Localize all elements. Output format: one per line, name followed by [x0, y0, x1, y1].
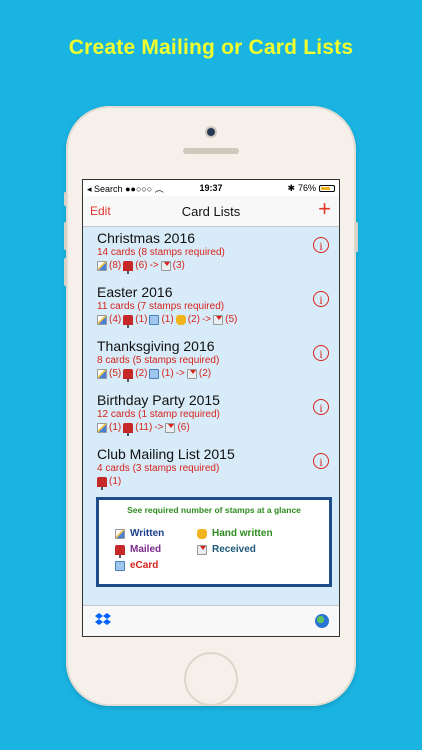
list-title: Easter 2016	[97, 284, 173, 300]
list-counts: (5) (2) (1) -> (2)	[97, 367, 339, 382]
list-counts: (1) (11) -> (6)	[97, 421, 339, 436]
received-count: (3)	[172, 260, 185, 271]
list-row-club-mailing-list-2015[interactable]: Club Mailing List 2015 4 cards (3 stamps…	[83, 443, 339, 497]
received-count: (5)	[225, 314, 238, 325]
arrow-text: ->	[175, 368, 185, 379]
info-icon[interactable]: i	[313, 237, 329, 253]
received-envelope-icon	[197, 544, 207, 555]
ecard-icon	[149, 368, 160, 379]
volume-down-button	[64, 258, 67, 286]
mailed-count: (6)	[135, 260, 148, 271]
received-envelope-icon	[213, 314, 224, 325]
page-title: Card Lists	[181, 203, 241, 219]
mute-switch	[64, 192, 67, 206]
list-row-christmas-2016[interactable]: Christmas 2016 14 cards (8 stamps requir…	[83, 227, 339, 281]
received-count: (2)	[198, 368, 212, 379]
arrow-text: ->	[149, 260, 159, 271]
mailed-count: (1)	[109, 476, 122, 487]
ecard-icon	[115, 560, 125, 571]
hand-written-count: (2)	[187, 314, 200, 325]
promo-headline: Create Mailing or Card Lists	[68, 36, 354, 59]
front-camera	[207, 128, 215, 136]
arrow-text: ->	[201, 314, 212, 325]
dropbox-icon[interactable]	[95, 613, 111, 627]
legend-ecard-label: eCard	[130, 560, 159, 571]
mailed-count: (2)	[135, 368, 148, 379]
globe-icon[interactable]	[315, 614, 329, 628]
legend-received-label: Received	[212, 544, 256, 555]
card-lists-table: Christmas 2016 14 cards (8 stamps requir…	[83, 227, 339, 605]
mailbox-icon	[123, 314, 134, 328]
written-count: (5)	[109, 368, 122, 379]
list-title: Christmas 2016	[97, 230, 196, 246]
written-icon	[97, 422, 107, 433]
mailbox-icon	[115, 544, 125, 558]
mailbox-icon	[123, 260, 134, 274]
received-envelope-icon	[165, 422, 176, 433]
legend-received: Received	[197, 544, 256, 555]
status-bar: ◂ Search ●●○○○ ︵ 19:37 ✱ 76%	[83, 180, 339, 196]
legend-written: Written	[115, 528, 164, 539]
info-icon[interactable]: i	[313, 453, 329, 469]
list-row-thanksgiving-2016[interactable]: Thanksgiving 2016 8 cards (5 stamps requ…	[83, 335, 339, 389]
list-summary: 11 cards (7 stamps required)	[97, 301, 225, 312]
ecard-icon	[149, 314, 160, 325]
list-title: Thanksgiving 2016	[97, 338, 215, 354]
app-screen: ◂ Search ●●○○○ ︵ 19:37 ✱ 76% Edit Card L…	[82, 179, 340, 637]
list-counts: (8) (6) -> (3)	[97, 259, 339, 274]
legend-mailed-label: Mailed	[130, 544, 162, 555]
status-time: 19:37	[199, 183, 223, 193]
legend-mailed: Mailed	[115, 544, 162, 558]
add-list-button[interactable]: +	[318, 197, 331, 221]
written-count: (1)	[109, 422, 122, 433]
legend-heading: See required number of stamps at a glanc…	[127, 505, 301, 515]
list-summary: 14 cards (8 stamps required)	[97, 247, 225, 258]
list-summary: 8 cards (5 stamps required)	[97, 355, 220, 366]
phone-frame: ◂ Search ●●○○○ ︵ 19:37 ✱ 76% Edit Card L…	[64, 106, 358, 706]
legend-written-label: Written	[130, 528, 165, 539]
arrow-text: ->	[154, 422, 164, 433]
list-counts: (4) (1) (1) (2) -> (5)	[97, 313, 339, 328]
written-icon	[97, 260, 107, 271]
written-icon	[97, 368, 107, 379]
mailed-count: (11)	[135, 422, 153, 433]
received-count: (6)	[177, 422, 190, 433]
info-icon[interactable]: i	[313, 399, 329, 415]
list-summary: 12 cards (1 stamp required)	[97, 409, 220, 420]
earpiece-speaker	[183, 148, 239, 154]
list-row-birthday-party-2015[interactable]: Birthday Party 2015 12 cards (1 stamp re…	[83, 389, 339, 443]
navigation-bar: Edit Card Lists +	[83, 196, 339, 227]
hand-icon	[175, 314, 186, 325]
received-envelope-icon	[186, 368, 197, 379]
received-envelope-icon	[160, 260, 171, 271]
list-title: Birthday Party 2015	[97, 392, 220, 408]
legend-ecard: eCard	[115, 560, 158, 571]
bottom-toolbar	[83, 605, 339, 636]
mailed-count: (1)	[135, 314, 148, 325]
power-button	[355, 222, 358, 252]
written-count: (4)	[109, 314, 122, 325]
written-icon	[97, 314, 107, 325]
legend-panel: See required number of stamps at a glanc…	[96, 497, 332, 587]
mailbox-icon	[97, 476, 107, 490]
mailbox-icon	[123, 368, 134, 382]
info-icon[interactable]: i	[313, 291, 329, 307]
list-title: Club Mailing List 2015	[97, 446, 235, 462]
legend-hand-written-label: Hand written	[212, 528, 273, 539]
list-counts: (1)	[97, 475, 339, 490]
info-icon[interactable]: i	[313, 345, 329, 361]
battery-icon	[319, 184, 335, 192]
hand-icon	[197, 528, 207, 539]
list-row-easter-2016[interactable]: Easter 2016 11 cards (7 stamps required)…	[83, 281, 339, 335]
list-summary: 4 cards (3 stamps required)	[97, 463, 220, 474]
home-button[interactable]	[184, 652, 238, 706]
written-count: (8)	[109, 260, 122, 271]
ecard-count: (1)	[161, 368, 174, 379]
legend-hand-written: Hand written	[197, 528, 273, 539]
volume-up-button	[64, 222, 67, 250]
mailbox-icon	[123, 422, 134, 436]
ecard-count: (1)	[161, 314, 174, 325]
written-icon	[115, 528, 125, 539]
